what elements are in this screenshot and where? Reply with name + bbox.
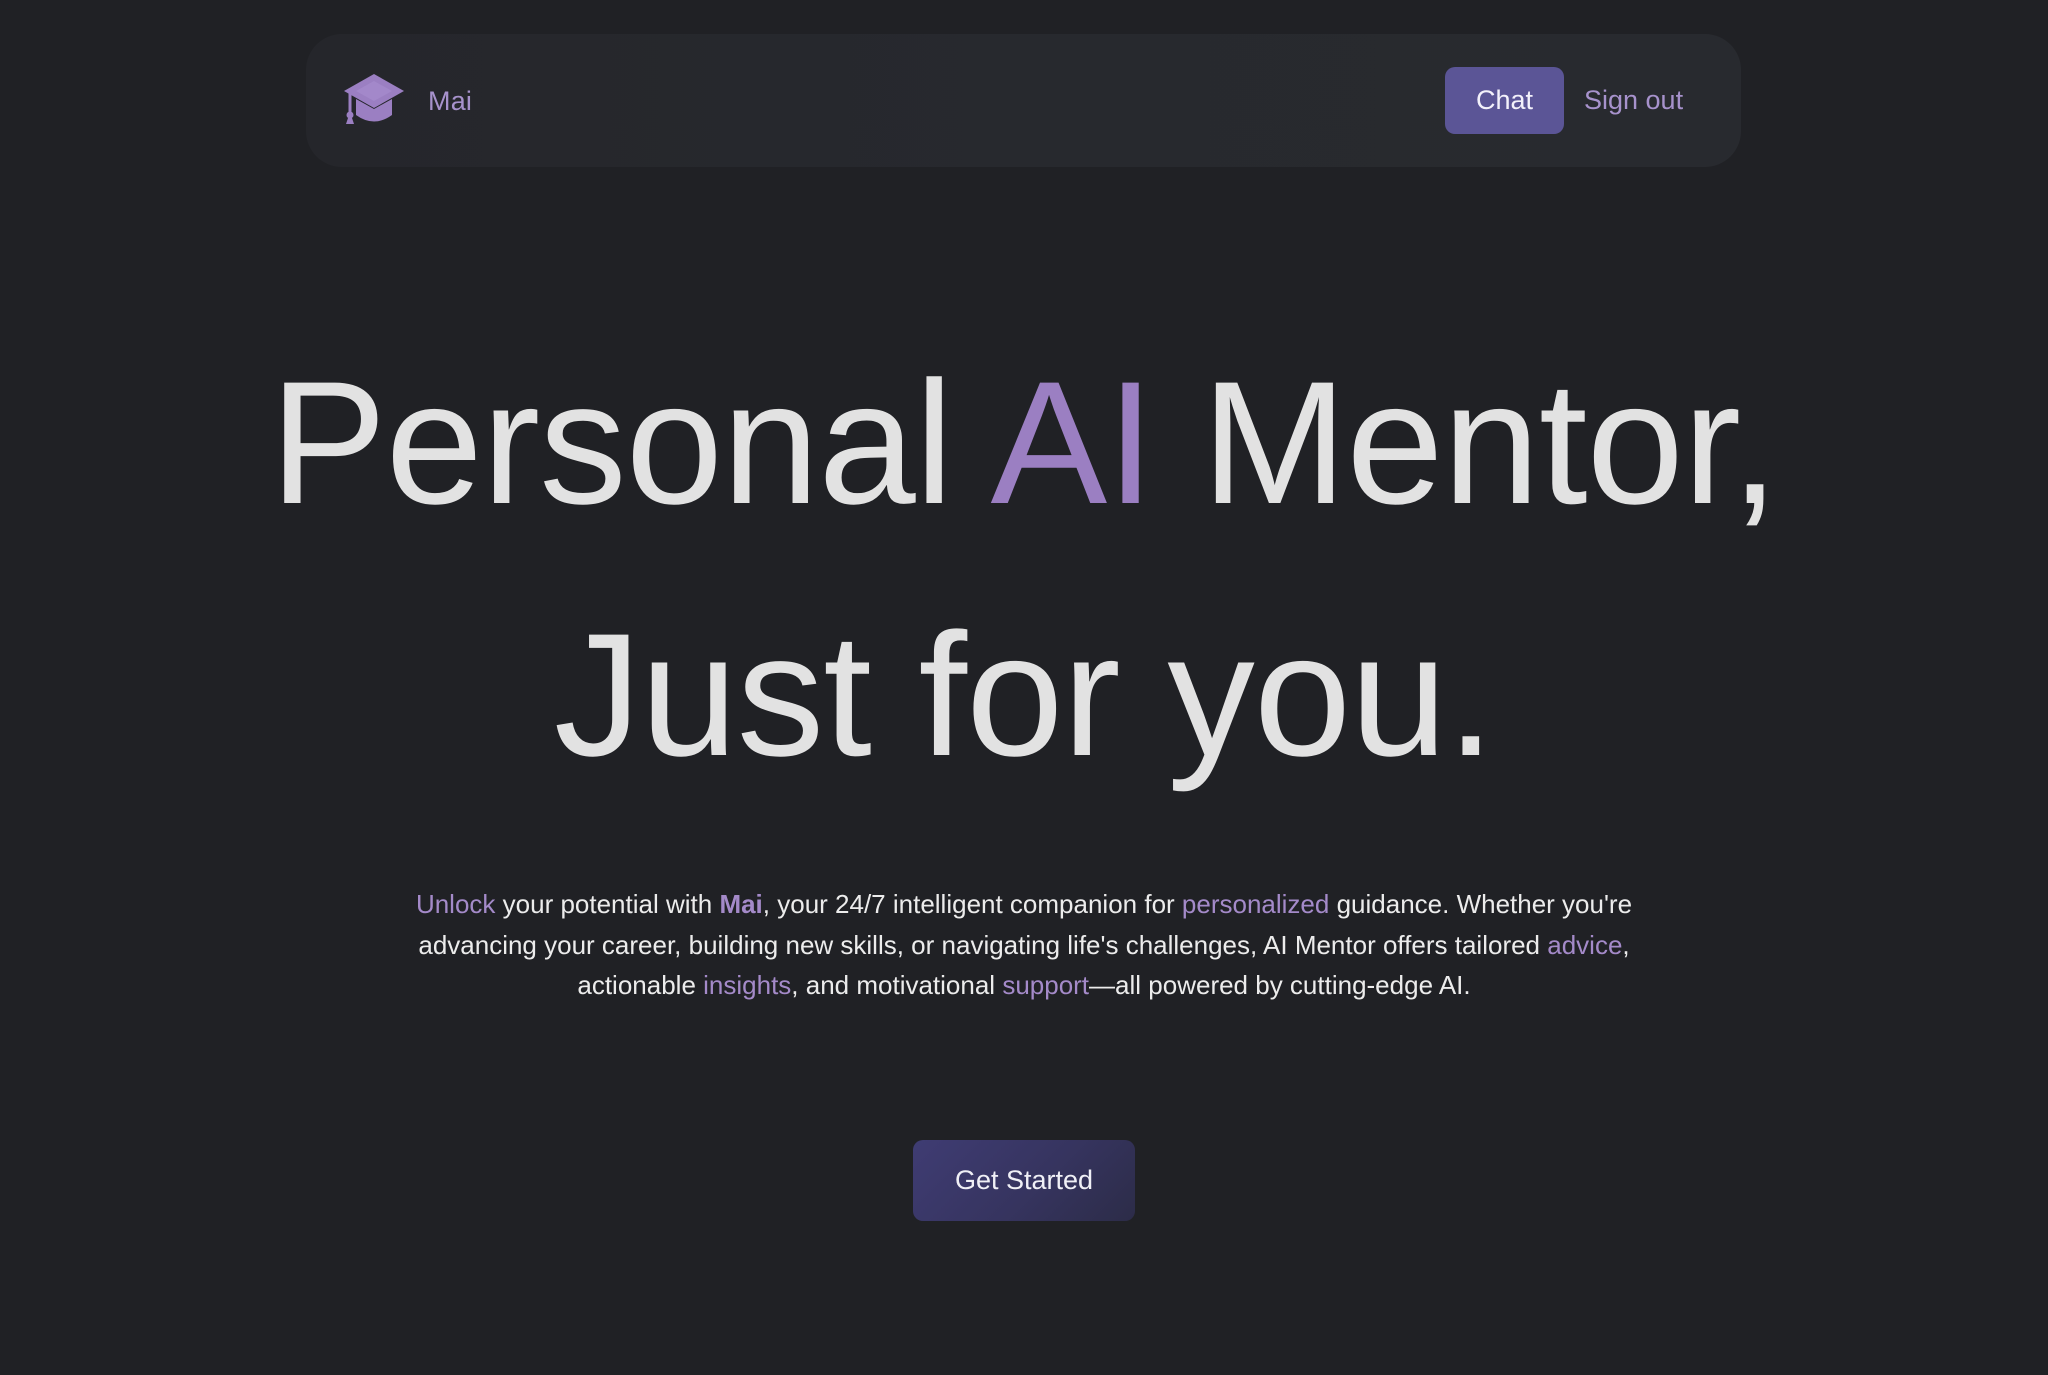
highlight-mai: Mai	[719, 889, 763, 919]
hero-title-part2: Mentor,	[1153, 346, 1779, 541]
description-text: , your 24/7 intelligent companion for	[762, 889, 1182, 919]
hero-description: Unlock your potential with Mai, your 24/…	[404, 884, 1644, 1006]
highlight-unlock: Unlock	[415, 889, 496, 919]
highlight-advice: advice	[1547, 929, 1623, 960]
brand-name: Mai	[428, 85, 473, 116]
sign-out-link[interactable]: Sign out	[1584, 67, 1683, 134]
top-navbar: Mai Chat Sign out	[306, 34, 1741, 167]
hero-title-accent: AI	[990, 346, 1155, 541]
brand-link[interactable]: Mai	[342, 72, 472, 130]
landing-page: Mai Chat Sign out Personal AI Mentor, Jus…	[0, 0, 2048, 1375]
get-started-button[interactable]: Get Started	[913, 1140, 1135, 1221]
graduation-cap-icon	[344, 74, 404, 124]
highlight-personalized: personalized	[1181, 889, 1330, 919]
hero-title-line2: Just for you.	[553, 598, 1495, 793]
description-text: your potential with	[495, 889, 720, 919]
hero-title-part1: Personal	[269, 346, 991, 541]
description-text: —all powered by cutting-edge AI.	[1089, 970, 1471, 1000]
hero-title: Personal AI Mentor, Just for you.	[0, 318, 2048, 822]
highlight-insights: insights	[703, 970, 792, 1000]
description-text: , and motivational	[791, 970, 1003, 1000]
chat-button[interactable]: Chat	[1445, 67, 1564, 134]
highlight-support: support	[1002, 970, 1090, 1000]
